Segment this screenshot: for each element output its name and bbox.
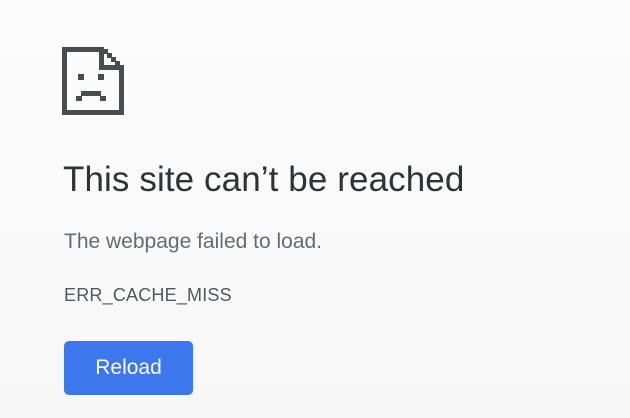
error-title: This site can’t be reached bbox=[63, 160, 465, 199]
reload-button[interactable]: Reload bbox=[64, 341, 193, 395]
error-message: The webpage failed to load. bbox=[64, 230, 323, 253]
sad-page-icon bbox=[62, 47, 124, 115]
error-page: This site can’t be reached The webpage f… bbox=[0, 0, 630, 418]
error-code: ERR_CACHE_MISS bbox=[64, 285, 232, 305]
